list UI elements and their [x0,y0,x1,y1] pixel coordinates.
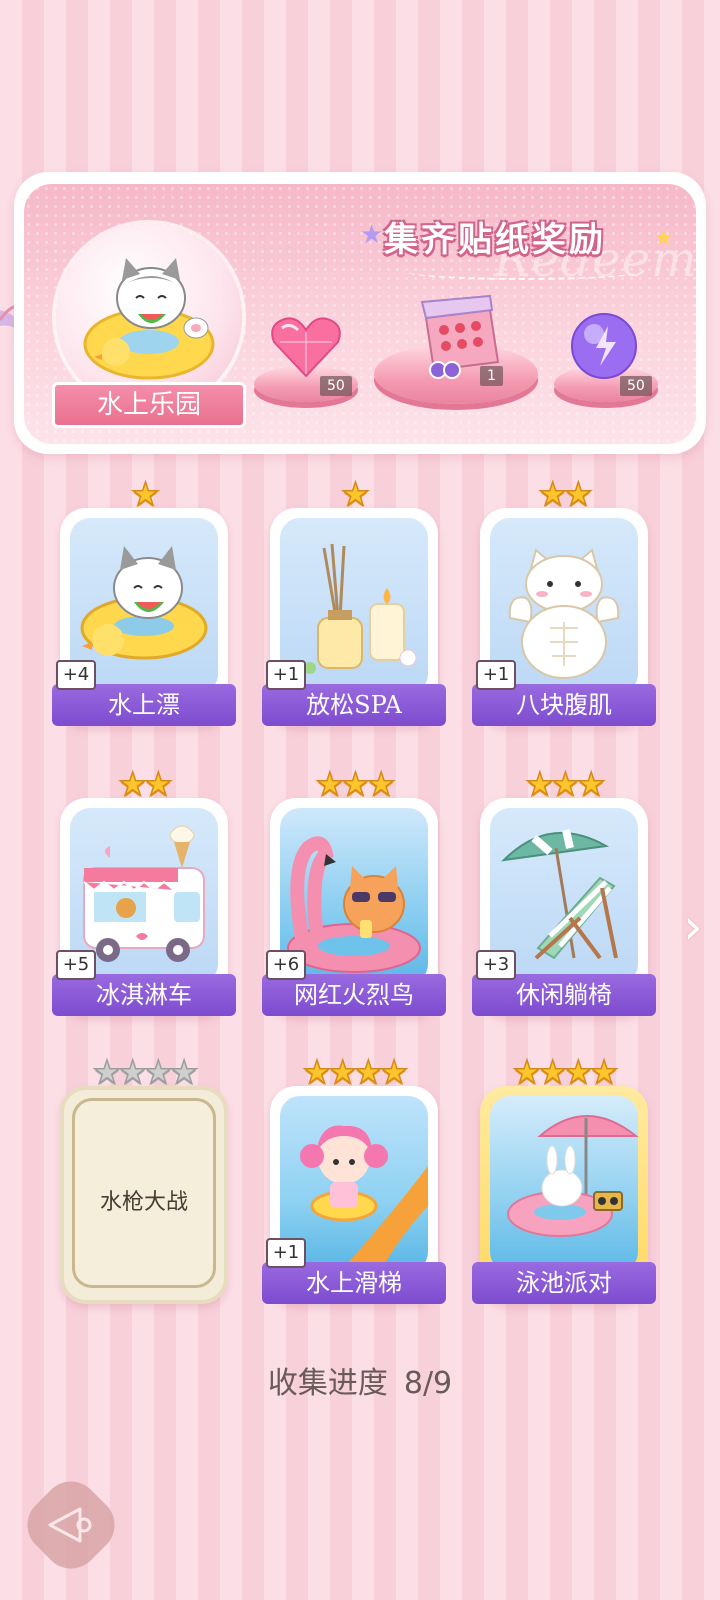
star-icon: ★ [353,1053,383,1091]
sticker-card-beach-chair[interactable]: ★★★ 休闲躺椅 +3 [472,767,656,1016]
sticker-name: 泳池派对 [472,1262,656,1304]
sticker-card-abs[interactable]: ★★ 八块腹肌 +1 [472,477,656,726]
star-rating: ★★★ [480,765,648,803]
star-sparkle-icon: ★ [360,220,384,250]
star-icon: ★ [143,765,173,803]
sticker-name: 网红火烈鸟 [262,974,446,1016]
star-icon: ★ [118,1053,148,1091]
star-icon: ★ [589,1053,619,1091]
sticker-name: 水上漂 [52,684,236,726]
heart-gem-icon[interactable] [268,314,344,380]
sticker-count: +3 [476,950,516,980]
sticker-count: +1 [476,660,516,690]
progress-label: 收集进度 [267,1366,388,1401]
reward-count: 50 [620,376,652,396]
star-icon: ★ [550,765,580,803]
star-icon: ★ [302,1053,332,1091]
star-icon: ★ [169,1053,199,1091]
star-icon: ★ [563,1053,593,1091]
star-rating: ★ [60,475,228,513]
star-icon: ★ [340,475,370,513]
sticker-count: +6 [266,950,306,980]
sticker-card-locked[interactable]: 水枪大战 ★★★★ [60,1055,228,1304]
star-icon: ★ [525,765,555,803]
star-rating: ★★ [60,765,228,803]
star-icon: ★ [366,765,396,803]
star-icon: ★ [379,1053,409,1091]
star-icon: ★ [563,475,593,513]
title-underline [404,262,644,280]
sticker-card-water-float[interactable]: ★ 水上漂 +4 [52,477,236,726]
sticker-card-spa[interactable]: ★ 放松SPA +1 [262,477,446,726]
reward-banner: Redeem ★ ★ 集齐贴纸奖励 水上乐园 50 1 50 [14,172,706,454]
star-sparkle-icon: ★ [654,226,674,251]
reward-count: 50 [320,376,352,396]
sticker-count: +1 [266,660,306,690]
sticker-name: 放松SPA [262,684,446,726]
collection-progress: 收集进度 8/9 [0,1358,720,1402]
sticker-name: 冰淇淋车 [52,974,236,1016]
star-icon: ★ [143,1053,173,1091]
star-rating: ★★★★ [270,1053,438,1091]
star-icon: ★ [576,765,606,803]
sticker-name: 八块腹肌 [472,684,656,726]
sticker-card-flamingo[interactable]: ★★★ 网红火烈鸟 +6 [262,767,446,1016]
banner-title: 集齐贴纸奖励 [384,220,606,260]
next-page-chevron-icon[interactable]: › [678,900,708,954]
star-rating: ★★★ [270,765,438,803]
star-icon: ★ [512,1053,542,1091]
reward-count: 1 [480,366,503,386]
star-icon: ★ [538,475,568,513]
star-rating: ★★★★ [480,1053,648,1091]
star-icon: ★ [538,1053,568,1091]
star-rating: ★ [270,475,438,513]
energy-orb-icon[interactable] [568,310,640,382]
star-icon: ★ [340,765,370,803]
star-icon: ★ [315,765,345,803]
star-icon: ★ [118,765,148,803]
sticker-card-icecream-truck[interactable]: ★★ 冰淇淋车 +5 [52,767,236,1016]
theme-label: 水上乐园 [52,382,246,428]
sticker-name: 水上滑梯 [262,1262,446,1304]
star-icon: ★ [92,1053,122,1091]
back-arrow-icon[interactable] [32,1486,110,1564]
star-rating: ★★ [480,475,648,513]
sticker-name: 休闲躺椅 [472,974,656,1016]
star-icon: ★ [328,1053,358,1091]
sticker-name: 水枪大战 [99,1190,188,1215]
sticker-card-water-slide[interactable]: ★★★★ 水上滑梯 +1 [262,1055,446,1304]
star-icon: ★ [130,475,160,513]
sticker-count: +4 [56,660,96,690]
progress-value: 8/9 [403,1366,453,1401]
sticker-count: +1 [266,1238,306,1268]
sticker-card-pool-party[interactable]: ★★★★ 泳池派对 [472,1055,656,1304]
star-rating: ★★★★ [60,1053,228,1091]
sticker-count: +5 [56,950,96,980]
pool-party-icon [507,1115,638,1237]
